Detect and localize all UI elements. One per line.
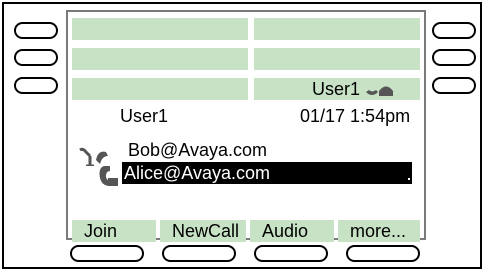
status-user-label: User1 xyxy=(312,79,361,99)
header-datetime: 01/17 1:54pm xyxy=(300,106,411,126)
phone-display: User1 User1 01/17 1:54pm Bob@Avaya.com J… xyxy=(66,10,426,242)
line-appearance-6[interactable]: User1 xyxy=(254,78,420,100)
line-appearance-1[interactable] xyxy=(72,18,248,40)
right-line-button-3[interactable] xyxy=(432,77,476,94)
line-appearance-2[interactable] xyxy=(254,18,420,40)
softkey-join[interactable]: Join xyxy=(72,220,156,242)
softkey-more-label: more... xyxy=(350,221,407,241)
handset-icon xyxy=(364,80,394,100)
softkey-audio-label: Audio xyxy=(262,221,309,241)
call-list-item-2-label: Alice@Avaya.com xyxy=(124,163,270,183)
right-line-button-2[interactable] xyxy=(432,49,476,66)
softkey-button-2[interactable] xyxy=(162,245,236,262)
call-active-icon xyxy=(96,164,122,188)
softkey-audio[interactable]: Audio xyxy=(250,220,334,242)
softkey-button-3[interactable] xyxy=(254,245,328,262)
header-user: User1 xyxy=(120,106,169,126)
softkey-more[interactable]: more... xyxy=(338,220,420,242)
left-line-button-3[interactable] xyxy=(14,77,58,94)
left-line-button-2[interactable] xyxy=(14,49,58,66)
right-line-button-1[interactable] xyxy=(432,22,476,39)
line-appearance-4[interactable] xyxy=(254,48,420,70)
softkey-join-label: Join xyxy=(84,221,118,241)
selection-cursor xyxy=(408,178,410,180)
softkey-button-4[interactable] xyxy=(346,245,420,262)
line-appearance-3[interactable] xyxy=(72,48,248,70)
left-line-button-1[interactable] xyxy=(14,22,58,39)
call-on-hold-icon xyxy=(78,146,112,166)
call-list-item-1[interactable]: Bob@Avaya.com xyxy=(128,140,267,161)
softkey-button-1[interactable] xyxy=(70,245,144,262)
call-list-item-2-selected[interactable]: Alice@Avaya.com xyxy=(122,162,412,184)
line-appearance-5[interactable] xyxy=(72,78,248,100)
softkey-newcall-label: NewCall xyxy=(172,221,240,241)
softkey-newcall[interactable]: NewCall xyxy=(160,220,246,242)
